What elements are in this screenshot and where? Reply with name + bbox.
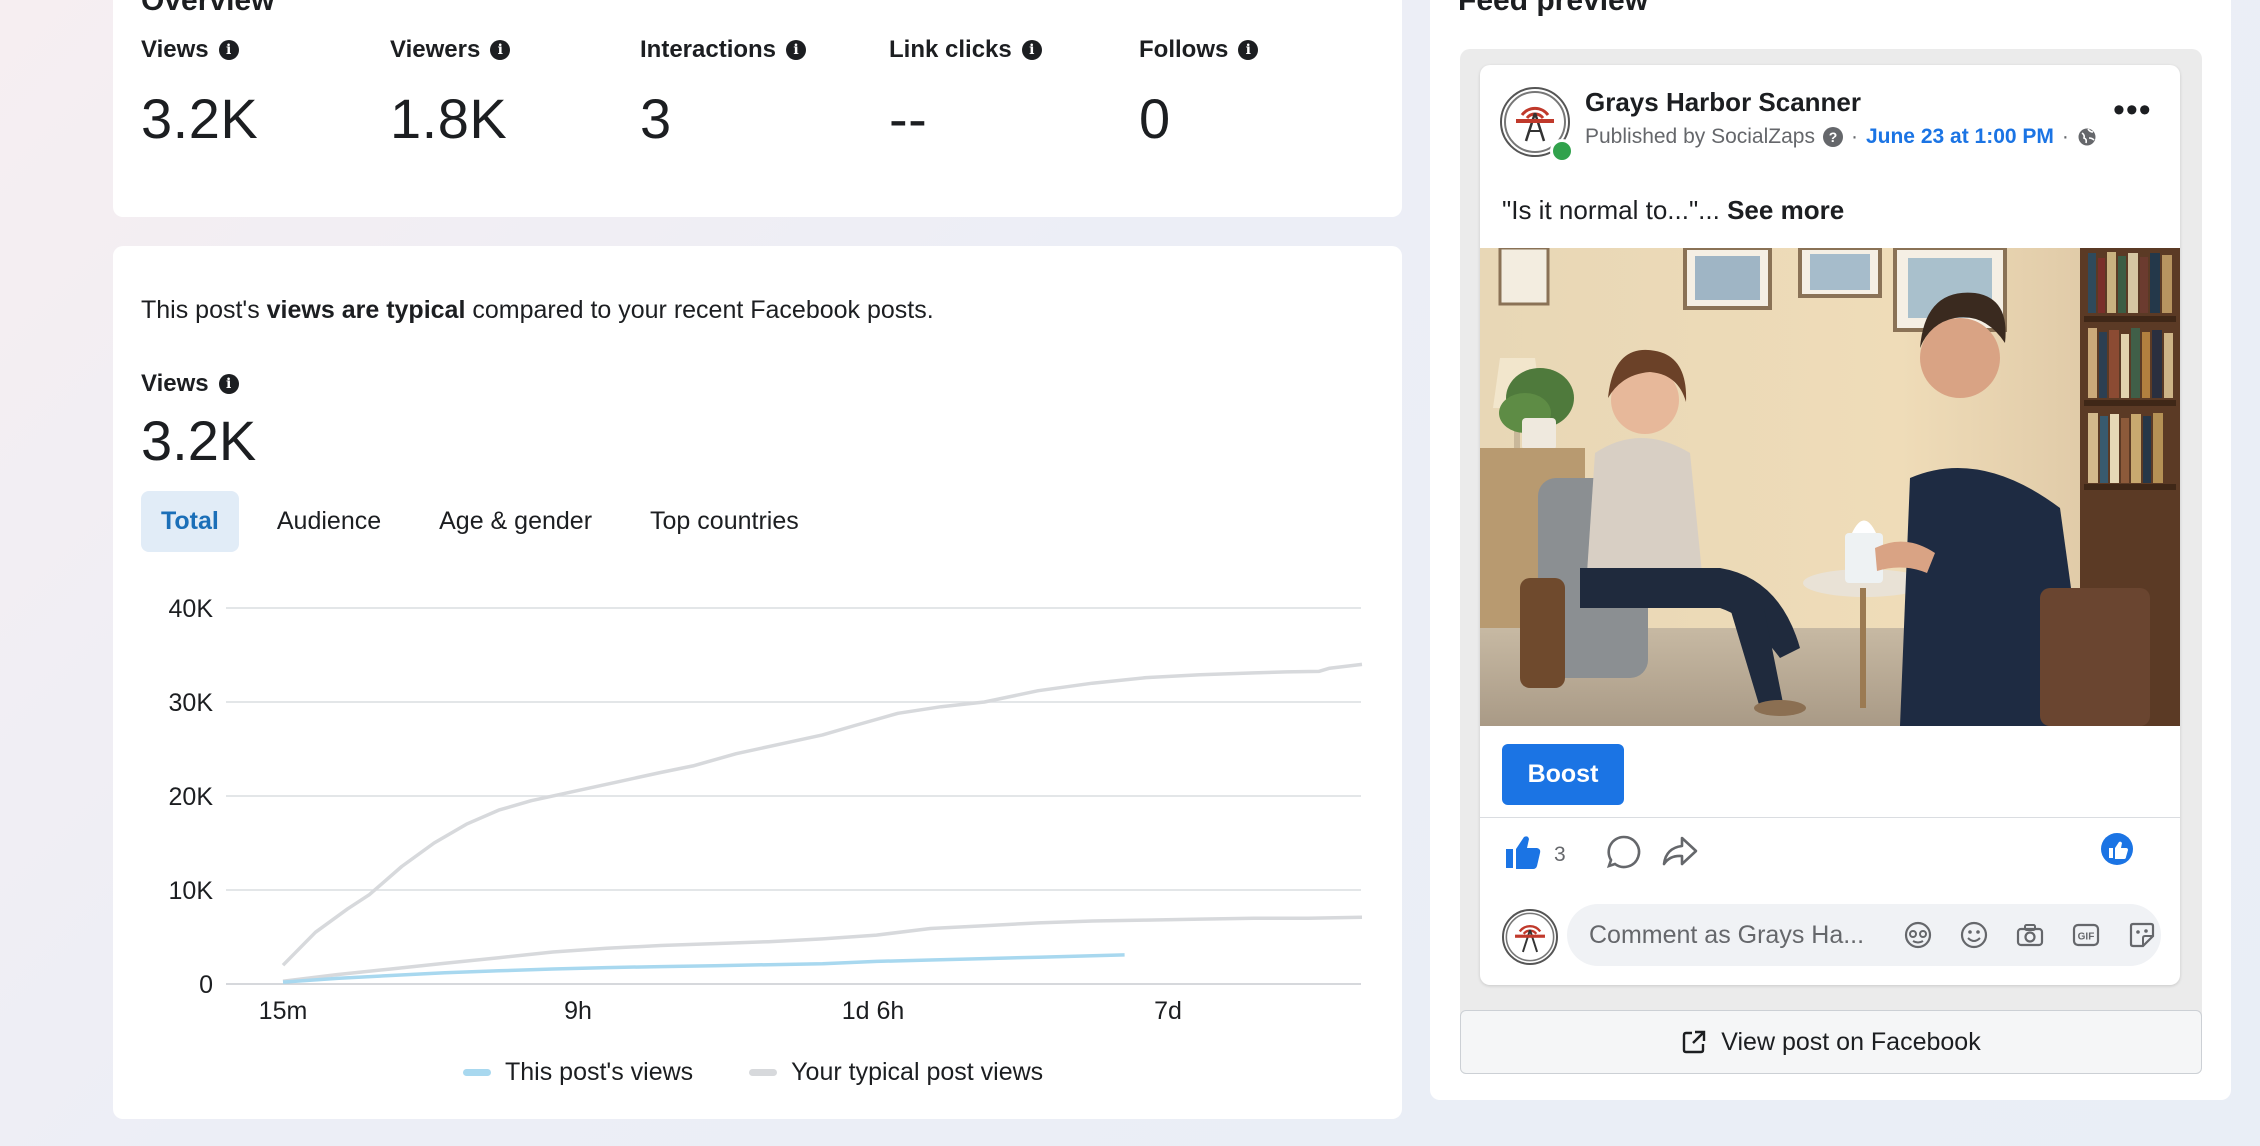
like-reaction-icon bbox=[2100, 832, 2134, 872]
metric-label: Follows bbox=[1139, 36, 1229, 63]
metric-interactions: Interactions i 3 bbox=[640, 36, 807, 151]
legend-item-this-post: This post's views bbox=[463, 1058, 693, 1087]
camera-icon[interactable] bbox=[2013, 918, 2047, 952]
page-name[interactable]: Grays Harbor Scanner bbox=[1585, 87, 1861, 118]
info-icon[interactable]: i bbox=[1021, 40, 1042, 60]
post: Grays Harbor Scanner Published by Social… bbox=[1480, 65, 2180, 985]
post-text: "Is it normal to..."... See more bbox=[1502, 195, 1844, 226]
feed-preview-card: Feed preview Grays Harbor Scanner Publis… bbox=[1430, 0, 2231, 1100]
like-count: 3 bbox=[1554, 843, 1566, 866]
separator: · bbox=[1850, 125, 1858, 148]
metric-value: 0 bbox=[1139, 87, 1171, 150]
question-icon[interactable]: ? bbox=[1822, 127, 1843, 147]
legend-label: This post's views bbox=[505, 1058, 694, 1086]
like-action[interactable]: 3 bbox=[1502, 832, 1566, 878]
share-arrow-icon bbox=[1660, 832, 1702, 878]
views-line-chart: 0 10K 20K 30K 40K 15m 9h 1d 6h 7d bbox=[169, 595, 1363, 1025]
avatar-sticker-icon[interactable] bbox=[1901, 918, 1935, 952]
metric-value: -- bbox=[889, 87, 928, 150]
tab-top-countries[interactable]: Top countries bbox=[630, 491, 819, 552]
post-meta: Published by SocialZaps ? · June 23 at 1… bbox=[1585, 125, 2105, 149]
boost-button[interactable]: Boost bbox=[1502, 744, 1624, 805]
x-tick-label: 9h bbox=[564, 997, 592, 1025]
legend-label: Your typical post views bbox=[791, 1058, 1044, 1086]
comment-row: Comment as Grays Ha... GIF bbox=[1480, 889, 2180, 985]
tab-audience[interactable]: Audience bbox=[257, 491, 401, 552]
post-date[interactable]: June 23 at 1:00 PM bbox=[1866, 125, 2054, 149]
svg-text:GIF: GIF bbox=[2078, 932, 2095, 943]
see-more-link[interactable]: See more bbox=[1727, 195, 1844, 225]
published-by[interactable]: Published by SocialZaps bbox=[1585, 125, 1815, 149]
view-post-on-facebook-button[interactable]: View post on Facebook bbox=[1460, 1010, 2202, 1074]
comment-bubble-icon bbox=[1604, 832, 1644, 878]
views-summary: This post's views are typical compared t… bbox=[141, 296, 934, 325]
post-image[interactable] bbox=[1480, 248, 2180, 726]
y-tick-label: 20K bbox=[169, 783, 214, 811]
y-tick-label: 30K bbox=[169, 689, 214, 717]
metric-label: Views bbox=[141, 36, 209, 63]
post-text-body: "Is it normal to..."... bbox=[1502, 195, 1720, 225]
views-chart-card: This post's views are typical compared t… bbox=[113, 246, 1402, 1119]
info-icon[interactable]: i bbox=[218, 40, 239, 60]
globe-icon bbox=[2077, 127, 2097, 147]
reaction-summary[interactable] bbox=[2100, 832, 2134, 872]
post-action-bar: 3 bbox=[1480, 817, 2180, 890]
metric-views: Views i 3.2K bbox=[141, 36, 258, 151]
feed-preview-title: Feed preview bbox=[1458, 0, 1649, 17]
scanner-logo-icon bbox=[1505, 912, 1555, 962]
metric-link-clicks: Link clicks i -- bbox=[889, 36, 1042, 151]
metric-viewers: Viewers i 1.8K bbox=[390, 36, 511, 151]
y-tick-label: 40K bbox=[169, 595, 214, 623]
views-tabs: Total Audience Age & gender Top countrie… bbox=[141, 491, 837, 552]
y-tick-label: 10K bbox=[169, 877, 214, 905]
separator: · bbox=[2061, 125, 2069, 148]
summary-prefix: This post's bbox=[141, 296, 267, 324]
views-label-row: Views i bbox=[141, 370, 239, 398]
sticker-icon[interactable] bbox=[2125, 918, 2159, 952]
comment-input[interactable]: Comment as Grays Ha... GIF bbox=[1567, 904, 2161, 966]
x-tick-label: 7d bbox=[1154, 997, 1182, 1025]
x-tick-label: 1d 6h bbox=[842, 997, 905, 1025]
view-post-label: View post on Facebook bbox=[1721, 1027, 1981, 1056]
legend-swatch bbox=[463, 1069, 491, 1076]
legend-swatch bbox=[749, 1069, 778, 1076]
online-status-dot bbox=[1550, 139, 1574, 163]
views-value: 3.2K bbox=[141, 409, 257, 472]
commenter-avatar[interactable] bbox=[1502, 909, 1558, 965]
metric-label: Interactions bbox=[640, 36, 777, 63]
info-icon[interactable]: i bbox=[1238, 40, 1259, 60]
gif-icon[interactable]: GIF bbox=[2069, 918, 2103, 952]
comment-action[interactable] bbox=[1604, 832, 1644, 878]
metric-value: 1.8K bbox=[390, 87, 508, 150]
tab-age-gender[interactable]: Age & gender bbox=[419, 491, 612, 552]
overview-title: Overview bbox=[141, 0, 275, 17]
summary-bold: views are typical bbox=[266, 296, 466, 324]
metric-value: 3 bbox=[640, 87, 672, 150]
info-icon[interactable]: i bbox=[218, 374, 239, 394]
chart-legend: This post's views Your typical post view… bbox=[463, 1058, 1043, 1087]
comment-placeholder: Comment as Grays Ha... bbox=[1589, 920, 1865, 949]
tab-total[interactable]: Total bbox=[141, 491, 239, 552]
info-icon[interactable]: i bbox=[786, 40, 807, 60]
overview-card: Overview Views i 3.2K Viewers i 1.8K Inter… bbox=[113, 0, 1402, 217]
views-label: Views bbox=[141, 370, 209, 397]
metric-label: Link clicks bbox=[889, 36, 1012, 63]
thumbs-up-icon bbox=[1502, 832, 1542, 878]
x-tick-label: 15m bbox=[259, 997, 308, 1025]
post-frame: Grays Harbor Scanner Published by Social… bbox=[1460, 49, 2202, 1052]
emoji-icon[interactable] bbox=[1957, 918, 1991, 952]
metric-label: Viewers bbox=[390, 36, 481, 63]
external-link-icon bbox=[1681, 1029, 1707, 1055]
summary-suffix: compared to your recent Facebook posts. bbox=[465, 296, 934, 324]
metric-value: 3.2K bbox=[141, 87, 259, 150]
share-action[interactable] bbox=[1660, 832, 1702, 878]
legend-item-typical: Your typical post views bbox=[749, 1058, 1043, 1087]
y-tick-label: 0 bbox=[199, 971, 213, 999]
more-options-icon[interactable]: ••• bbox=[2113, 93, 2152, 127]
info-icon[interactable]: i bbox=[490, 40, 511, 60]
metric-follows: Follows i 0 bbox=[1139, 36, 1259, 151]
